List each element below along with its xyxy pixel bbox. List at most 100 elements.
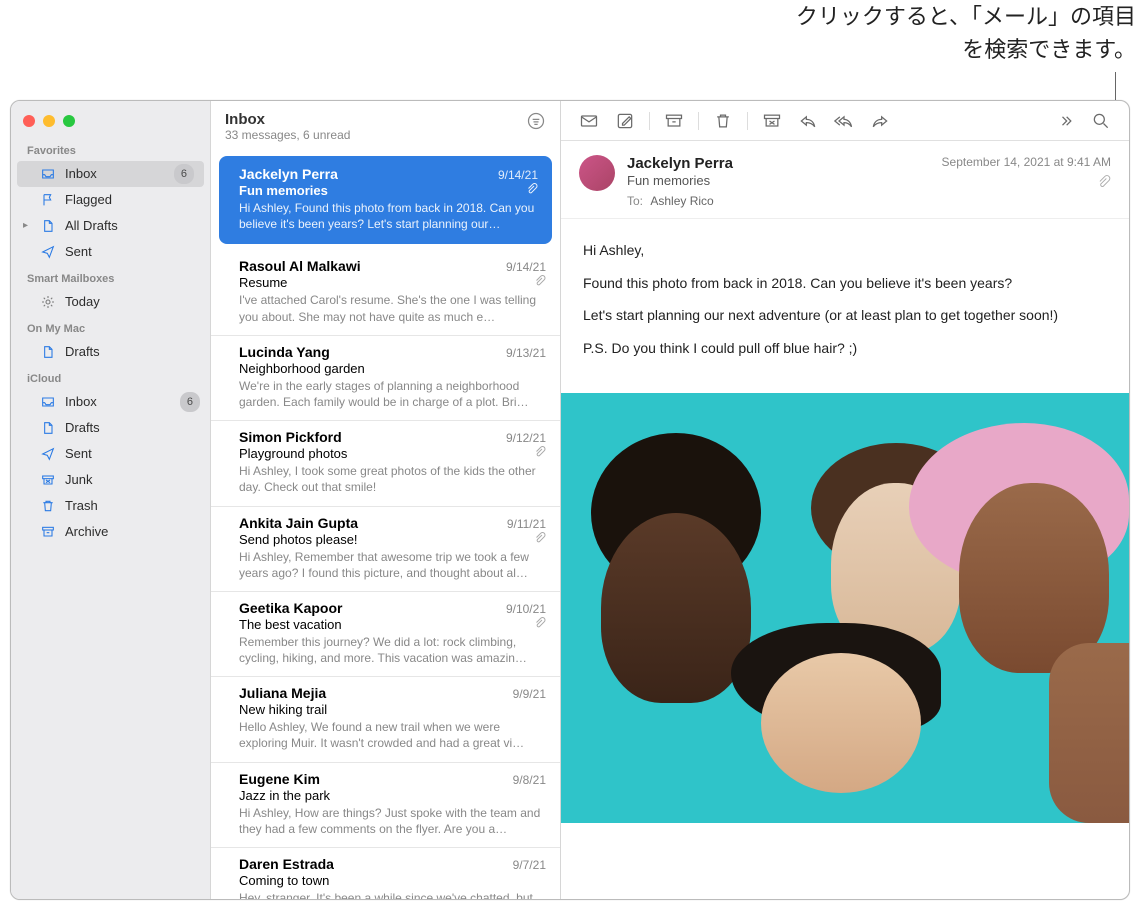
list-item-date: 9/9/21 (513, 687, 546, 701)
body-paragraph: Let's start planning our next adventure … (583, 302, 1107, 329)
sidebar-item-inbox[interactable]: Inbox6 (11, 389, 210, 415)
reply-all-button[interactable] (828, 107, 860, 135)
sidebar-section-label[interactable]: On My Mac (11, 315, 210, 339)
list-item-preview: We're in the early stages of planning a … (239, 378, 546, 410)
list-item-date: 9/12/21 (506, 431, 546, 445)
to-value: Ashley Rico (650, 194, 713, 208)
sidebar-item-flagged[interactable]: Flagged (11, 187, 210, 213)
message-list-item[interactable]: Rasoul Al Malkawi9/14/21ResumeI've attac… (211, 250, 560, 335)
search-button[interactable] (1085, 107, 1117, 135)
sidebar-item-label: Junk (65, 471, 200, 489)
inbox-icon (39, 165, 57, 183)
mailbox-subtitle: 33 messages, 6 unread (225, 128, 526, 142)
list-item-sender: Geetika Kapoor (239, 600, 342, 616)
list-item-preview: Hey, stranger. It's been a while since w… (239, 890, 546, 899)
trash-icon (39, 497, 57, 515)
sidebar-section-label[interactable]: iCloud (11, 365, 210, 389)
sidebar-item-label: All Drafts (65, 217, 200, 235)
minimize-window-button[interactable] (43, 115, 55, 127)
list-item-preview: I've attached Carol's resume. She's the … (239, 292, 546, 324)
list-item-sender: Jackelyn Perra (239, 166, 338, 182)
sidebar-section-label[interactable]: Smart Mailboxes (11, 265, 210, 289)
delete-button[interactable] (707, 107, 739, 135)
sidebar-item-label: Archive (65, 523, 200, 541)
window-controls (11, 109, 210, 137)
zoom-window-button[interactable] (63, 115, 75, 127)
message-list-item[interactable]: Lucinda Yang9/13/21Neighborhood gardenWe… (211, 336, 560, 421)
list-item-subject: Jazz in the park (239, 788, 330, 803)
list-item-date: 9/7/21 (513, 858, 546, 872)
sidebar-item-label: Sent (65, 445, 200, 463)
message-header: Jackelyn Perra Fun memories To: Ashley R… (561, 141, 1129, 219)
chevron-right-icon[interactable]: ▸ (23, 217, 28, 235)
doc-icon (39, 343, 57, 361)
message-list-item[interactable]: Eugene Kim9/8/21Jazz in the parkHi Ashle… (211, 763, 560, 848)
sidebar-item-junk[interactable]: Junk (11, 467, 210, 493)
annotation-leader (1115, 72, 1116, 100)
sidebar-item-inbox[interactable]: Inbox6 (17, 161, 204, 187)
list-item-subject: Playground photos (239, 446, 347, 461)
message-list-item[interactable]: Jackelyn Perra9/14/21Fun memoriesHi Ashl… (219, 156, 552, 244)
list-item-date: 9/8/21 (513, 773, 546, 787)
paperclip-icon (526, 183, 538, 198)
reply-button[interactable] (792, 107, 824, 135)
message-list-item[interactable]: Simon Pickford 9/12/21 Playground photos Hi… (211, 421, 560, 506)
send-icon (39, 243, 57, 261)
sidebar-item-all-drafts[interactable]: ▸ All Drafts (11, 213, 210, 239)
sidebar-item-sent[interactable]: Sent (11, 239, 210, 265)
paperclip-icon (534, 617, 546, 632)
body-paragraph: Found this photo from back in 2018. Can … (583, 270, 1107, 297)
toolbar-separator (649, 112, 650, 130)
body-paragraph: Hi Ashley, (583, 237, 1107, 264)
compose-button[interactable] (609, 107, 641, 135)
sidebar-item-today[interactable]: Today (11, 289, 210, 315)
attachment-icon[interactable] (942, 175, 1111, 192)
paperclip-icon (534, 446, 546, 461)
message-list-item[interactable]: Daren Estrada9/7/21Coming to townHey, st… (211, 848, 560, 899)
sidebar-item-label: Flagged (65, 191, 200, 209)
mark-read-button[interactable] (573, 107, 605, 135)
toolbar-separator (698, 112, 699, 130)
message-sender: Jackelyn Perra (627, 155, 930, 172)
list-item-subject: New hiking trail (239, 702, 327, 717)
archive-button[interactable] (658, 107, 690, 135)
help-annotation: クリックすると、「メール」の項目を検索できます。 (776, 0, 1136, 66)
attached-photo[interactable] (561, 393, 1129, 823)
sidebar-item-label: Drafts (65, 419, 200, 437)
message-list-item[interactable]: Juliana Mejia9/9/21New hiking trailHello… (211, 677, 560, 762)
list-item-sender: Juliana Mejia (239, 685, 326, 701)
list-item-preview: Remember this journey? We did a lot: roc… (239, 634, 546, 666)
list-item-subject: Fun memories (239, 183, 328, 198)
body-paragraph: P.S. Do you think I could pull off blue … (583, 335, 1107, 362)
junk-icon (39, 471, 57, 489)
sidebar-section-label[interactable]: Favorites (11, 137, 210, 161)
forward-button[interactable] (864, 107, 896, 135)
send-icon (39, 445, 57, 463)
list-item-preview: Hi Ashley, I took some great photos of t… (239, 463, 546, 495)
inbox-icon (39, 393, 57, 411)
close-window-button[interactable] (23, 115, 35, 127)
sidebar-item-trash[interactable]: Trash (11, 493, 210, 519)
message-list[interactable]: Jackelyn Perra9/14/21Fun memoriesHi Ashl… (211, 150, 560, 899)
list-item-preview: Hi Ashley, Remember that awesome trip we… (239, 549, 546, 581)
list-item-sender: Simon Pickford (239, 429, 342, 445)
list-item-subject: Coming to town (239, 873, 329, 888)
more-button[interactable] (1049, 107, 1081, 135)
list-item-preview: Hi Ashley, How are things? Just spoke wi… (239, 805, 546, 837)
filter-button[interactable] (526, 111, 546, 136)
sidebar-item-drafts[interactable]: Drafts (11, 339, 210, 365)
sidebar-item-sent[interactable]: Sent (11, 441, 210, 467)
list-item-preview: Hi Ashley, Found this photo from back in… (239, 200, 538, 232)
sidebar-item-archive[interactable]: Archive (11, 519, 210, 545)
junk-button[interactable] (756, 107, 788, 135)
archive-icon (39, 523, 57, 541)
flag-icon (39, 191, 57, 209)
message-list-item[interactable]: Geetika Kapoor9/10/21The best vacationRe… (211, 592, 560, 677)
sidebar-item-label: Inbox (65, 393, 180, 411)
sidebar-item-drafts[interactable]: Drafts (11, 415, 210, 441)
paperclip-icon (534, 532, 546, 547)
message-list-item[interactable]: Ankita Jain Gupta9/11/21Send photos plea… (211, 507, 560, 592)
message-recipients: To: Ashley Rico (627, 194, 930, 208)
doc-icon (39, 419, 57, 437)
sender-avatar[interactable] (579, 155, 615, 191)
